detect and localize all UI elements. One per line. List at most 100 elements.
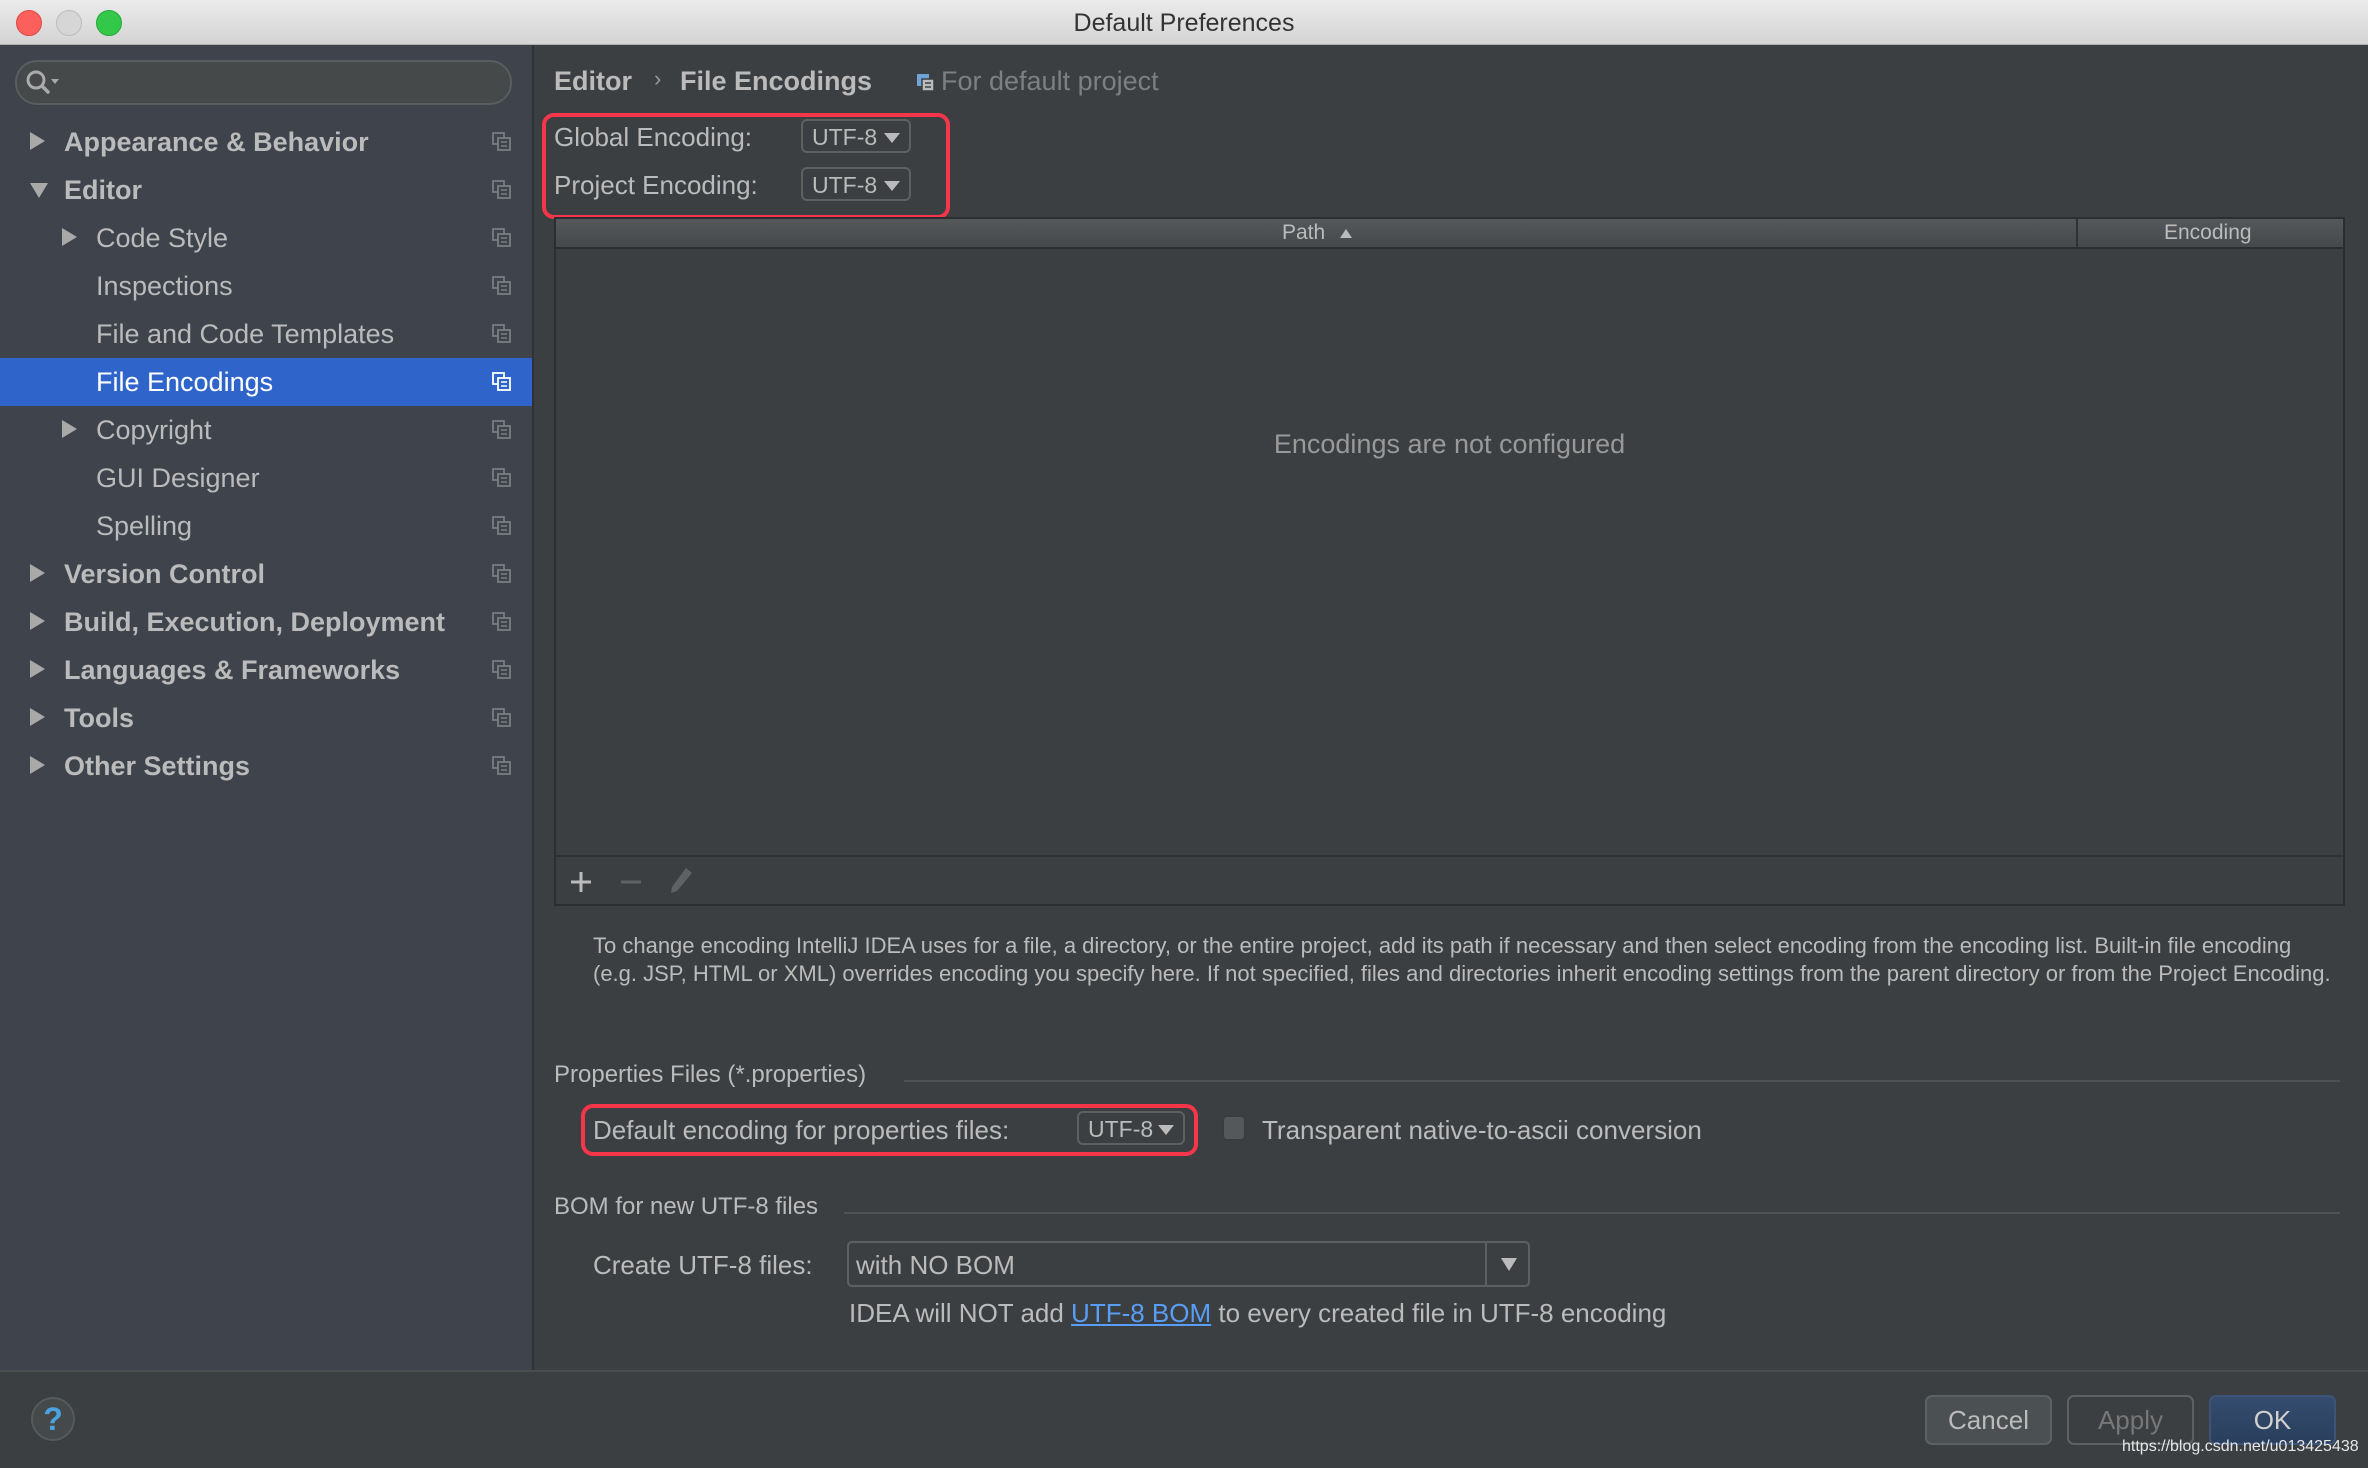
project-encoding-select[interactable]: UTF-8 xyxy=(801,167,911,201)
transparent-conversion-checkbox[interactable] xyxy=(1222,1115,1246,1141)
bom-info-prefix: IDEA will NOT add xyxy=(849,1298,1072,1328)
utf8-bom-link[interactable]: UTF-8 BOM xyxy=(1071,1298,1211,1328)
project-settings-icon xyxy=(492,372,511,391)
help-button[interactable]: ? xyxy=(31,1397,75,1441)
column-header-encoding-label: Encoding xyxy=(2164,221,2252,244)
encoding-description: To change encoding IntelliJ IDEA uses fo… xyxy=(593,933,2331,986)
section-divider xyxy=(904,1080,2340,1082)
collapsed-arrow-icon[interactable] xyxy=(30,564,45,582)
watermark-text: https://blog.csdn.net/u013425438 xyxy=(2122,1438,2359,1455)
collapsed-arrow-icon[interactable] xyxy=(30,708,45,726)
project-settings-icon xyxy=(492,132,511,151)
project-settings-icon xyxy=(492,660,511,679)
sidebar-item-editor[interactable]: Editor xyxy=(0,166,532,214)
column-header-encoding[interactable]: Encoding xyxy=(2078,219,2343,247)
project-scope-icon xyxy=(917,74,935,92)
sidebar-item-spelling[interactable]: Spelling xyxy=(0,502,532,550)
sidebar-item-label: Tools xyxy=(64,703,134,733)
footer-divider xyxy=(0,1370,2368,1372)
pencil-icon xyxy=(671,868,692,893)
bom-section-title: BOM for new UTF-8 files xyxy=(554,1193,819,1220)
chevron-down-icon xyxy=(884,133,900,143)
collapsed-arrow-icon[interactable] xyxy=(62,228,77,246)
sidebar-item-gui-designer[interactable]: GUI Designer xyxy=(0,454,532,502)
sidebar-item-file-encodings[interactable]: File Encodings xyxy=(0,358,532,406)
default-properties-encoding-label: Default encoding for properties files: xyxy=(593,1115,1010,1145)
sidebar-item-label: GUI Designer xyxy=(96,463,260,493)
section-divider xyxy=(844,1212,2340,1214)
chevron-down-icon xyxy=(1158,1125,1174,1135)
bom-info-suffix: to every created file in UTF-8 encoding xyxy=(1211,1298,1667,1328)
sidebar-item-label: Build, Execution, Deployment xyxy=(64,607,446,637)
column-header-path[interactable]: Path xyxy=(556,219,2078,247)
properties-section-title: Properties Files (*.properties) xyxy=(554,1061,867,1088)
properties-encoding-value: UTF-8 xyxy=(1088,1116,1154,1142)
bom-info: IDEA will NOT add UTF-8 BOM to every cre… xyxy=(849,1298,1666,1329)
sidebar-item-version-control[interactable]: Version Control xyxy=(0,550,532,598)
project-encoding-value: UTF-8 xyxy=(812,172,878,198)
search-icon xyxy=(26,70,59,94)
project-encoding-label: Project Encoding: xyxy=(554,170,758,200)
properties-encoding-select[interactable]: UTF-8 xyxy=(1077,1111,1185,1145)
collapsed-arrow-icon[interactable] xyxy=(30,132,45,150)
create-utf8-value: with NO BOM xyxy=(856,1250,1015,1280)
remove-button[interactable] xyxy=(616,867,646,897)
project-settings-icon xyxy=(492,324,511,343)
sidebar-item-label: Spelling xyxy=(96,511,193,541)
create-utf8-select[interactable]: with NO BOM xyxy=(847,1241,1530,1287)
sidebar-item-label: Copyright xyxy=(96,415,212,445)
collapsed-arrow-icon[interactable] xyxy=(62,420,77,438)
project-settings-icon xyxy=(492,180,511,199)
sidebar-item-languages-frameworks[interactable]: Languages & Frameworks xyxy=(0,646,532,694)
settings-search-input[interactable] xyxy=(15,60,512,105)
chevron-down-icon xyxy=(884,181,900,191)
sort-ascending-icon xyxy=(1340,229,1352,238)
breadcrumb-separator: › xyxy=(654,66,662,91)
select-divider xyxy=(1485,1243,1487,1285)
title-bar: Default Preferences xyxy=(0,0,2368,45)
plus-icon xyxy=(571,872,591,892)
transparent-conversion-label: Transparent native-to-ascii conversion xyxy=(1262,1115,1702,1145)
column-header-path-label: Path xyxy=(1282,221,1326,244)
global-encoding-label: Global Encoding: xyxy=(554,122,753,152)
minus-icon xyxy=(621,880,641,884)
sidebar-item-copyright[interactable]: Copyright xyxy=(0,406,532,454)
cancel-button[interactable]: Cancel xyxy=(1925,1395,2052,1445)
collapsed-arrow-icon[interactable] xyxy=(30,756,45,774)
project-settings-icon xyxy=(492,708,511,727)
sidebar-item-build-execution-deployment[interactable]: Build, Execution, Deployment xyxy=(0,598,532,646)
breadcrumb-current: File Encodings xyxy=(680,66,873,96)
project-settings-icon xyxy=(492,228,511,247)
create-utf8-label: Create UTF-8 files: xyxy=(593,1250,813,1280)
sidebar-item-label: Appearance & Behavior xyxy=(64,127,369,157)
window-title: Default Preferences xyxy=(1073,9,1295,37)
collapsed-arrow-icon[interactable] xyxy=(30,660,45,678)
sidebar-item-label: File and Code Templates xyxy=(96,319,395,349)
sidebar-item-appearance-behavior[interactable]: Appearance & Behavior xyxy=(0,118,532,166)
sidebar-item-other-settings[interactable]: Other Settings xyxy=(0,742,532,790)
sidebar-item-label: Languages & Frameworks xyxy=(64,655,401,685)
sidebar-item-code-style[interactable]: Code Style xyxy=(0,214,532,262)
empty-table-text: Encodings are not configured xyxy=(1273,429,1626,459)
sidebar-item-inspections[interactable]: Inspections xyxy=(0,262,532,310)
sidebar-item-label: Inspections xyxy=(96,271,233,301)
sidebar-item-label: Code Style xyxy=(96,223,229,253)
table-toolbar-divider xyxy=(556,855,2343,857)
add-button[interactable] xyxy=(566,867,596,897)
breadcrumb-editor[interactable]: Editor xyxy=(554,66,632,97)
encodings-table[interactable]: Path Encoding Encodings are not configur… xyxy=(554,217,2345,906)
sidebar-item-label: Other Settings xyxy=(64,751,251,781)
global-encoding-select[interactable]: UTF-8 xyxy=(801,119,911,153)
global-encoding-value: UTF-8 xyxy=(812,124,878,150)
project-settings-icon xyxy=(492,564,511,583)
chevron-down-icon xyxy=(1501,1258,1517,1271)
edit-button[interactable] xyxy=(666,865,696,897)
sidebar-item-label: File Encodings xyxy=(96,367,274,397)
collapsed-arrow-icon[interactable] xyxy=(30,612,45,630)
sidebar-item-file-and-code-templates[interactable]: File and Code Templates xyxy=(0,310,532,358)
expanded-arrow-icon[interactable] xyxy=(30,183,48,198)
project-settings-icon xyxy=(492,612,511,631)
sidebar-item-tools[interactable]: Tools xyxy=(0,694,532,742)
project-settings-icon xyxy=(492,516,511,535)
project-settings-icon xyxy=(492,276,511,295)
